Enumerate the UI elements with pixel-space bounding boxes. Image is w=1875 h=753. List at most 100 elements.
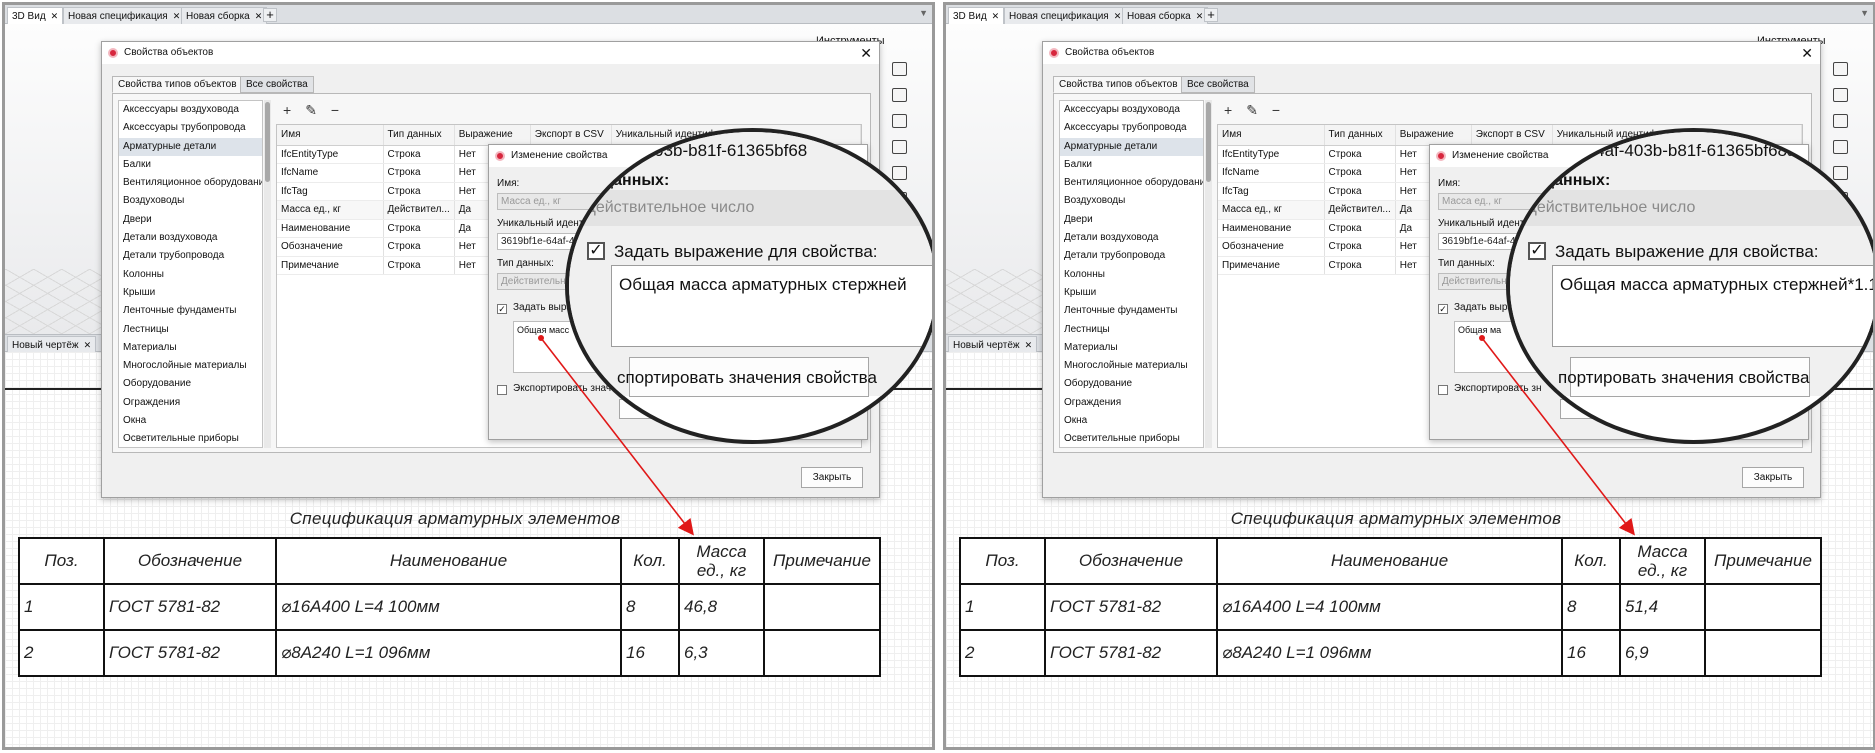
- list-item[interactable]: Колонны: [119, 266, 262, 284]
- minus-icon[interactable]: −: [331, 102, 339, 118]
- close-icon[interactable]: ✕: [992, 11, 1000, 21]
- list-item[interactable]: Материалы: [1060, 339, 1203, 357]
- column-header[interactable]: Имя: [1218, 125, 1325, 146]
- object-type-list[interactable]: Аксессуары воздуховода Аксессуары трубопр…: [1059, 100, 1204, 448]
- minus-icon[interactable]: −: [1272, 102, 1280, 118]
- list-item[interactable]: Балки: [119, 156, 262, 174]
- column-icon[interactable]: [1833, 62, 1848, 76]
- cell-pos: 1: [959, 583, 1046, 631]
- list-item[interactable]: Арматурные детали: [119, 137, 262, 156]
- add-tab-button[interactable]: +: [1204, 8, 1218, 22]
- list-item[interactable]: Ограждения: [1060, 394, 1203, 412]
- dialog-title-bar[interactable]: Свойства объектов ✕: [102, 42, 879, 64]
- close-icon[interactable]: ✕: [1801, 42, 1813, 64]
- window-icon[interactable]: [892, 114, 907, 128]
- pencil-icon[interactable]: ✎: [305, 102, 317, 118]
- column-header[interactable]: Выражение: [454, 125, 531, 146]
- tab-3d-view[interactable]: 3D Вид ✕: [7, 7, 64, 24]
- list-item[interactable]: Вентиляционное оборудование: [1060, 174, 1203, 192]
- tab-all-properties[interactable]: Все свойства: [1181, 76, 1255, 93]
- scrollbar[interactable]: [264, 100, 271, 448]
- tab-type-properties[interactable]: Свойства типов объектов: [112, 76, 243, 93]
- tab-new-assembly[interactable]: Новая сборка ✕: [1122, 7, 1209, 24]
- scrollbar-thumb[interactable]: [265, 102, 270, 182]
- column-icon[interactable]: [892, 62, 907, 76]
- list-item[interactable]: Детали трубопровода: [1060, 247, 1203, 265]
- list-item[interactable]: Многослойные материалы: [1060, 357, 1203, 375]
- list-item[interactable]: Балки: [1060, 156, 1203, 174]
- list-item[interactable]: Крыши: [1060, 284, 1203, 302]
- list-item[interactable]: Аксессуары трубопровода: [1060, 119, 1203, 137]
- list-item[interactable]: Материалы: [119, 339, 262, 357]
- close-icon[interactable]: ✕: [51, 11, 59, 21]
- tab-new-assembly[interactable]: Новая сборка ✕: [181, 7, 268, 24]
- add-tab-button[interactable]: +: [263, 8, 277, 22]
- close-icon[interactable]: ✕: [173, 11, 181, 21]
- column-header[interactable]: Тип данных: [383, 125, 455, 146]
- object-type-list[interactable]: Аксессуары воздуховода Аксессуары трубопр…: [118, 100, 263, 448]
- app-logo-icon: [495, 151, 505, 161]
- chevron-down-icon[interactable]: ▼: [1860, 8, 1869, 18]
- tab-new-specification[interactable]: Новая спецификация ✕: [63, 7, 186, 24]
- list-item[interactable]: Многослойные материалы: [119, 357, 262, 375]
- list-item[interactable]: Колонны: [1060, 266, 1203, 284]
- close-button[interactable]: Закрыть: [1742, 467, 1804, 488]
- scrollbar-thumb[interactable]: [1206, 102, 1211, 182]
- list-item[interactable]: Осветительные приборы: [1060, 430, 1203, 447]
- list-item[interactable]: Воздуховоды: [1060, 192, 1203, 210]
- close-icon[interactable]: ✕: [84, 340, 92, 350]
- list-item[interactable]: Аксессуары трубопровода: [119, 119, 262, 137]
- add-icon[interactable]: +: [1224, 102, 1232, 118]
- list-item[interactable]: Двери: [119, 211, 262, 229]
- tab-type-properties[interactable]: Свойства типов объектов: [1053, 76, 1184, 93]
- close-icon[interactable]: ✕: [255, 11, 263, 21]
- column-header[interactable]: Тип данных: [1324, 125, 1396, 146]
- list-item[interactable]: Двери: [1060, 211, 1203, 229]
- close-icon[interactable]: ✕: [1025, 340, 1033, 350]
- list-item[interactable]: Детали трубопровода: [119, 247, 262, 265]
- list-item[interactable]: Арматурные детали: [1060, 137, 1203, 156]
- scrollbar[interactable]: [1205, 100, 1212, 448]
- export-checkbox[interactable]: [1438, 385, 1448, 395]
- close-icon[interactable]: ✕: [1196, 11, 1204, 21]
- column-header[interactable]: Выражение: [1395, 125, 1472, 146]
- dialog-title-bar[interactable]: Свойства объектов ✕: [1043, 42, 1820, 64]
- list-item[interactable]: Аксессуары воздуховода: [1060, 101, 1203, 119]
- list-item[interactable]: Оборудование: [1060, 375, 1203, 393]
- list-item[interactable]: Лестницы: [119, 321, 262, 339]
- close-icon[interactable]: ✕: [1114, 11, 1122, 21]
- list-item[interactable]: Окна: [119, 412, 262, 430]
- list-item[interactable]: Ограждения: [119, 394, 262, 412]
- tab-new-drawing[interactable]: Новый чертёж ✕: [948, 336, 1038, 353]
- list-item[interactable]: Лестницы: [1060, 321, 1203, 339]
- pencil-icon[interactable]: ✎: [1246, 102, 1258, 118]
- expression-checkbox[interactable]: ✓: [1438, 304, 1448, 314]
- pencil-icon[interactable]: [1833, 88, 1848, 102]
- list-item[interactable]: Воздуховоды: [119, 192, 262, 210]
- tab-label: Новый чертёж: [953, 340, 1020, 351]
- close-button[interactable]: Закрыть: [801, 467, 863, 488]
- list-item[interactable]: Крыши: [119, 284, 262, 302]
- close-icon[interactable]: ✕: [860, 42, 872, 64]
- list-item[interactable]: Детали воздуховода: [1060, 229, 1203, 247]
- tab-3d-view[interactable]: 3D Вид ✕: [948, 7, 1005, 24]
- tab-all-properties[interactable]: Все свойства: [240, 76, 314, 93]
- tab-new-specification[interactable]: Новая спецификация ✕: [1004, 7, 1127, 24]
- list-item[interactable]: Окна: [1060, 412, 1203, 430]
- list-item[interactable]: Ленточные фундаменты: [119, 302, 262, 320]
- pencil-icon[interactable]: [892, 88, 907, 102]
- list-item[interactable]: Аксессуары воздуховода: [119, 101, 262, 119]
- tab-new-drawing[interactable]: Новый чертёж ✕: [7, 336, 97, 353]
- list-item[interactable]: Вентиляционное оборудование: [119, 174, 262, 192]
- list-item[interactable]: Оборудование: [119, 375, 262, 393]
- export-checkbox[interactable]: [497, 385, 507, 395]
- column-header[interactable]: Имя: [277, 125, 384, 146]
- expression-checkbox[interactable]: ✓: [497, 304, 507, 314]
- list-item[interactable]: Детали воздуховода: [119, 229, 262, 247]
- list-item[interactable]: Ленточные фундаменты: [1060, 302, 1203, 320]
- list-item[interactable]: Осветительные приборы: [119, 430, 262, 447]
- window-icon[interactable]: [1833, 114, 1848, 128]
- chevron-down-icon[interactable]: ▼: [919, 8, 928, 18]
- table-header-row: Поз. Обозначение Наименование Кол. Масса…: [959, 537, 1822, 585]
- add-icon[interactable]: +: [283, 102, 291, 118]
